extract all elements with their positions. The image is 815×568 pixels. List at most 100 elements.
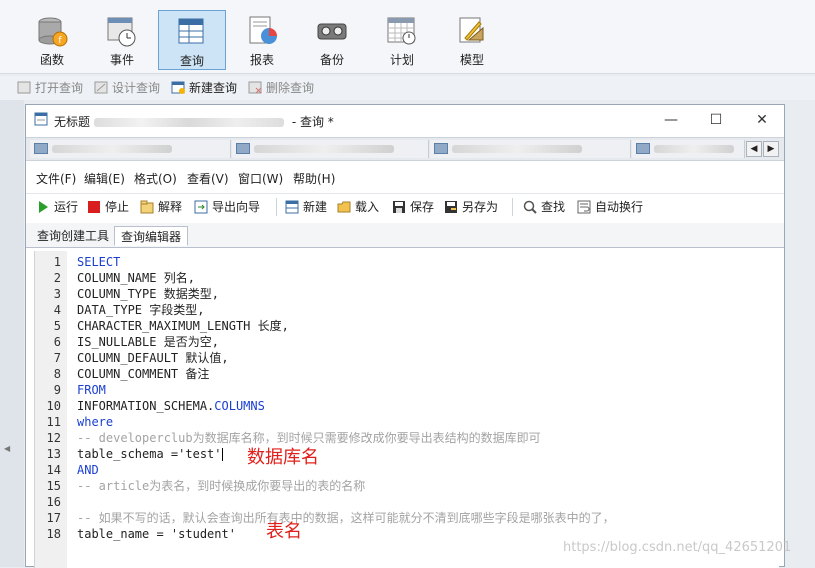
toolbar-model-button[interactable]: 模型 [438, 10, 506, 70]
code-line[interactable]: 13 table_schema ='test' [35, 446, 779, 462]
tab-query-builder[interactable]: 查询创建工具 [31, 226, 115, 246]
schema-annotation: 数据库名 [247, 447, 319, 468]
find-button[interactable]: 查找 [523, 199, 565, 215]
code-line[interactable]: 10 INFORMATION_SCHEMA.COLUMNS [35, 398, 779, 414]
load-button[interactable]: 载入 [337, 199, 379, 215]
tab-query-editor[interactable]: 查询编辑器 [114, 226, 189, 246]
export-wizard-label: 导出向导 [212, 200, 261, 214]
save-button[interactable]: 保存 [392, 199, 434, 215]
menu-help[interactable]: 帮助(H) [293, 170, 335, 187]
menu-file[interactable]: 文件(F) [36, 170, 76, 187]
sql-editor[interactable]: 1 SELECT 2 COLUMN_NAME 列名, 3 COLUMN_TYPE 数据类型… [34, 251, 779, 568]
left-panel-strip: ◀ [0, 100, 24, 567]
code-line[interactable]: 15 -- article为表名，到时候换成你要导出的表的名称 [35, 478, 779, 494]
code-line[interactable]: 11 where [35, 414, 779, 430]
delete-query-button[interactable]: 删除查询 [246, 78, 314, 98]
explain-button[interactable]: 解释 [140, 199, 182, 215]
code-token: COLUMN_TYPE 数据类型, [77, 287, 219, 301]
line-number: 13 [46, 447, 61, 461]
table-icon [636, 143, 650, 154]
menu-view[interactable]: 查看(V) [187, 170, 229, 187]
editor-tab-strip: 查询创建工具 查询编辑器 [26, 223, 784, 248]
menu-edit[interactable]: 编辑(E) [84, 170, 125, 187]
stop-button[interactable]: 停止 [87, 199, 129, 215]
code-line[interactable]: 2 COLUMN_NAME 列名, [35, 270, 779, 286]
save-as-button[interactable]: 另存为 [444, 199, 498, 215]
code-line[interactable]: 14 AND [35, 462, 779, 478]
menu-format[interactable]: 格式(O) [134, 170, 177, 187]
document-tab[interactable] [30, 140, 231, 158]
run-button[interactable]: 运行 [36, 199, 78, 215]
collapse-arrow-icon[interactable]: ◀ [4, 444, 10, 453]
query-window-titlebar[interactable]: 无标题 - 查询 * — ☐ ✕ [26, 105, 784, 135]
code-token: DATA_TYPE 字段类型, [77, 303, 205, 317]
code-text: CHARACTER_MAXIMUM_LENGTH 长度, [77, 318, 289, 334]
save-label: 保存 [410, 200, 435, 214]
new-button[interactable]: 新建 [285, 199, 327, 215]
code-text: table_schema ='test' [77, 446, 223, 462]
code-line[interactable]: 4 DATA_TYPE 字段类型, [35, 302, 779, 318]
code-line[interactable]: 16 [35, 494, 779, 510]
toolbar-schedule-label: 计划 [389, 53, 414, 67]
toolbar-event-button[interactable]: 事件 [88, 10, 156, 70]
delete-query-icon [248, 81, 262, 94]
document-tab-strip: ◀ ▶ [26, 137, 784, 161]
main-toolbar: f 函数 事件 查询 报表 备份 计划 模型 [0, 0, 815, 74]
export-wizard-button[interactable]: 导出向导 [194, 199, 260, 215]
explain-label: 解释 [158, 200, 183, 214]
save-floppy-icon [393, 201, 405, 213]
document-tab[interactable] [430, 140, 631, 158]
open-query-icon [17, 81, 31, 94]
line-number: 6 [53, 335, 61, 349]
code-token: -- article为表名，到时候换成你要导出的表的名称 [77, 479, 366, 493]
code-line[interactable]: 6 IS_NULLABLE 是否为空, [35, 334, 779, 350]
code-line[interactable]: 5 CHARACTER_MAXIMUM_LENGTH 长度, [35, 318, 779, 334]
code-line[interactable]: 1 SELECT [35, 254, 779, 270]
toolbar-model-label: 模型 [459, 53, 484, 67]
design-query-label: 设计查询 [112, 81, 161, 95]
document-tab[interactable] [232, 140, 429, 158]
toolbar-function-button[interactable]: f 函数 [18, 10, 86, 70]
line-number: 11 [46, 415, 61, 429]
load-label: 载入 [355, 200, 380, 214]
close-button[interactable]: ✕ [747, 109, 777, 131]
code-line[interactable]: 17 -- 如果不写的话，默认会查询出所有表中的数据，这样可能就分不清到底哪些字段… [35, 510, 779, 526]
code-line[interactable]: 7 COLUMN_DEFAULT 默认值, [35, 350, 779, 366]
new-query-button[interactable]: 新建查询 [169, 78, 237, 98]
tab-scroll-left-icon[interactable]: ◀ [746, 141, 762, 157]
line-number: 18 [46, 527, 61, 541]
code-text: COLUMN_COMMENT 备注 [77, 366, 209, 382]
word-wrap-button[interactable]: 自动换行 [577, 199, 643, 215]
blurred-tab-name [52, 145, 172, 153]
save-as-label: 另存为 [462, 200, 499, 214]
toolbar-function-label: 函数 [39, 53, 64, 67]
minimize-button[interactable]: — [656, 109, 686, 131]
stop-label: 停止 [105, 200, 130, 214]
new-query-label: 新建查询 [189, 81, 238, 95]
toolbar-query-button[interactable]: 查询 [158, 10, 226, 70]
code-text: INFORMATION_SCHEMA.COLUMNS [77, 398, 265, 414]
code-token: table_schema ='test' [77, 447, 222, 461]
code-line[interactable]: 12 -- developerclub为数据库名称，到时候只需要修改成你要导出表结… [35, 430, 779, 446]
window-title-suffix: - 查询 * [288, 115, 334, 129]
blurred-tab-name [452, 145, 582, 153]
new-label: 新建 [303, 200, 328, 214]
line-number: 5 [53, 319, 61, 333]
toolbar-backup-button[interactable]: 备份 [298, 10, 366, 70]
menu-window[interactable]: 窗口(W) [238, 170, 283, 187]
toolbar-schedule-button[interactable]: 计划 [368, 10, 436, 70]
open-query-button[interactable]: 打开查询 [15, 78, 83, 98]
code-line[interactable]: 9 FROM [35, 382, 779, 398]
blurred-connection-name [94, 118, 285, 127]
tab-scroll-right-icon[interactable]: ▶ [763, 141, 779, 157]
design-query-button[interactable]: 设计查询 [92, 78, 160, 98]
code-line[interactable]: 3 COLUMN_TYPE 数据类型, [35, 286, 779, 302]
line-number: 9 [53, 383, 61, 397]
toolbar-report-button[interactable]: 报表 [228, 10, 296, 70]
line-number: 17 [46, 511, 61, 525]
search-icon [523, 200, 537, 214]
code-token: COLUMN_DEFAULT 默认值, [77, 351, 229, 365]
code-line[interactable]: 8 COLUMN_COMMENT 备注 [35, 366, 779, 382]
document-tab[interactable] [632, 140, 745, 158]
maximize-button[interactable]: ☐ [701, 109, 731, 131]
